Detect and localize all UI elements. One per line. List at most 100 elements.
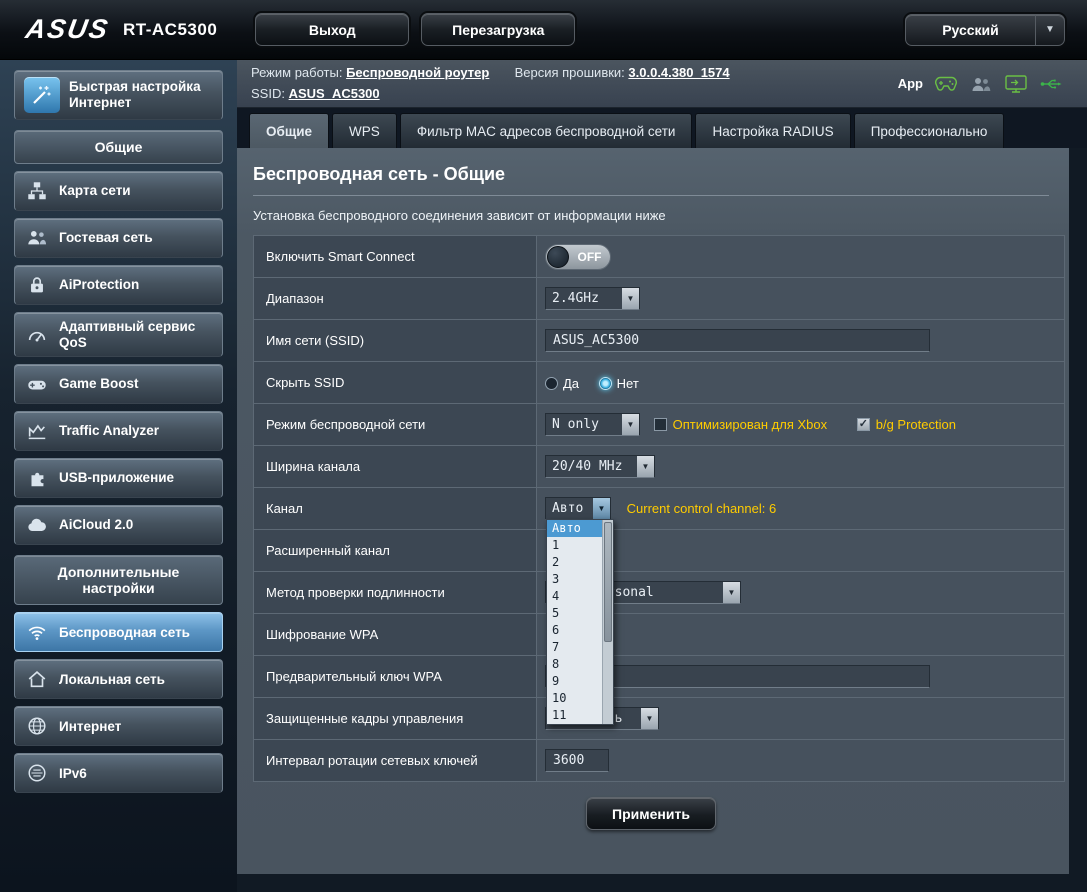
sidebar-item-usb-application[interactable]: USB-приложение: [14, 458, 223, 498]
chevron-down-icon: ▼: [592, 498, 610, 519]
sidebar-item-wireless[interactable]: Беспроводная сеть: [14, 612, 223, 652]
sidebar-item-quick-setup[interactable]: Быстрая настройка Интернет: [14, 70, 223, 120]
dropdown-option[interactable]: 10: [547, 690, 602, 707]
ssid-label: SSID:: [251, 86, 285, 101]
toggle-knob-icon: [547, 246, 569, 268]
table-row: Имя сети (SSID) ASUS_AC5300: [254, 320, 1065, 362]
dropdown-option[interactable]: 1: [547, 537, 602, 554]
dropdown-option[interactable]: 3: [547, 571, 602, 588]
tab-mac-filter[interactable]: Фильтр MAC адресов беспроводной сети: [400, 113, 693, 148]
sidebar-item-label: AiProtection: [59, 277, 139, 293]
reboot-button[interactable]: Перезагрузка: [421, 13, 575, 46]
form-label: Диапазон: [254, 278, 537, 320]
sidebar-item-network-map[interactable]: Карта сети: [14, 171, 223, 211]
sidebar-item-ipv6[interactable]: IPv6: [14, 753, 223, 793]
bg-protection-checkbox[interactable]: b/g Protection: [857, 417, 956, 432]
channel-bandwidth-select[interactable]: 20/40 MHz ▼: [545, 455, 655, 478]
app-label: App: [898, 76, 923, 91]
channel-select[interactable]: Авто ▼: [545, 497, 611, 520]
dropdown-option[interactable]: 5: [547, 605, 602, 622]
sidebar-item-label: AiCloud 2.0: [59, 517, 133, 533]
ipv6-icon: [24, 760, 50, 786]
sidebar-item-guest-network[interactable]: Гостевая сеть: [14, 218, 223, 258]
hide-ssid-radio-yes[interactable]: Да: [545, 376, 579, 391]
top-bar: ASUS RT-AC5300 Выход Перезагрузка Русски…: [0, 0, 1087, 60]
band-select[interactable]: 2.4GHz ▼: [545, 287, 640, 310]
chart-icon: [24, 418, 50, 444]
checkbox-icon: [857, 418, 870, 431]
form-label: Шифрование WPA: [254, 614, 537, 656]
language-select[interactable]: Русский ▼: [905, 14, 1065, 46]
screen-share-icon[interactable]: [1004, 74, 1028, 94]
dropdown-option[interactable]: 2: [547, 554, 602, 571]
sidebar-item-aicloud[interactable]: AiCloud 2.0: [14, 505, 223, 545]
tab-professional[interactable]: Профессионально: [854, 113, 1005, 148]
dropdown-scrollbar[interactable]: [602, 520, 613, 724]
firmware-value-link[interactable]: 3.0.0.4.380_1574: [628, 65, 729, 80]
logout-button[interactable]: Выход: [255, 13, 409, 46]
game-controller-icon[interactable]: [934, 74, 958, 94]
dropdown-option[interactable]: 7: [547, 639, 602, 656]
smart-connect-toggle[interactable]: OFF: [545, 244, 611, 270]
sidebar-item-label: Гостевая сеть: [59, 230, 153, 246]
current-channel-note: Current control channel: 6: [627, 501, 777, 516]
sidebar-section-general: Общие: [14, 130, 223, 164]
sidebar-item-aiprotection[interactable]: AiProtection: [14, 265, 223, 305]
form-label: Режим беспроводной сети: [254, 404, 537, 446]
dropdown-option[interactable]: 11: [547, 707, 602, 724]
channel-bandwidth-value: 20/40 MHz: [546, 456, 636, 477]
puzzle-icon: [24, 465, 50, 491]
sidebar-section-advanced: Дополнительные настройки: [14, 555, 223, 605]
sidebar-item-internet[interactable]: Интернет: [14, 706, 223, 746]
form-label: Предварительный ключ WPA: [254, 656, 537, 698]
dropdown-option[interactable]: 4: [547, 588, 602, 605]
toggle-state-label: OFF: [569, 250, 610, 264]
sidebar-item-lan[interactable]: Локальная сеть: [14, 659, 223, 699]
wireless-mode-select[interactable]: N only ▼: [545, 413, 640, 436]
gauge-icon: [24, 322, 50, 348]
network-map-icon: [24, 178, 50, 204]
table-row: Ширина канала 20/40 MHz ▼: [254, 446, 1065, 488]
page-title: Беспроводная сеть - Общие: [253, 164, 1049, 185]
chevron-down-icon: ▼: [621, 288, 639, 309]
system-info: Режим работы: Беспроводной роутер Версия…: [251, 63, 730, 103]
gamepad-icon: [24, 371, 50, 397]
channel-dropdown-list: Авто 1 2 3 4 5 6 7 8 9 10 11: [546, 519, 614, 725]
panel-wrap: Беспроводная сеть - Общие Установка бесп…: [237, 148, 1087, 892]
scrollbar-thumb[interactable]: [604, 522, 612, 642]
wireless-settings-form: Включить Smart Connect OFF Диапазон: [253, 235, 1065, 782]
dropdown-option[interactable]: 6: [547, 622, 602, 639]
chevron-down-icon: ▼: [1035, 15, 1064, 45]
xbox-optimized-checkbox[interactable]: Оптимизирован для Xbox: [654, 417, 827, 432]
ssid-input[interactable]: ASUS_AC5300: [545, 329, 930, 352]
cloud-icon: [24, 512, 50, 538]
sidebar-item-label: Traffic Analyzer: [59, 423, 159, 439]
table-row: Включить Smart Connect OFF: [254, 236, 1065, 278]
table-row: Диапазон 2.4GHz ▼: [254, 278, 1065, 320]
sidebar-item-traffic-analyzer[interactable]: Traffic Analyzer: [14, 411, 223, 451]
sidebar-item-label: Game Boost: [59, 376, 139, 392]
hide-ssid-radio-no[interactable]: Нет: [599, 376, 639, 391]
dropdown-option[interactable]: 8: [547, 656, 602, 673]
form-label: Расширенный канал: [254, 530, 537, 572]
form-label: Включить Smart Connect: [254, 236, 537, 278]
sidebar-item-label: USB-приложение: [59, 470, 174, 486]
table-row: Метод проверки подлинности WPA2-Personal…: [254, 572, 1065, 614]
tab-general[interactable]: Общие: [249, 113, 329, 148]
sidebar-item-adaptive-qos[interactable]: Адаптивный сервис QoS: [14, 312, 223, 357]
info-line-1: Режим работы: Беспроводной роутер Версия…: [251, 63, 730, 83]
apply-button[interactable]: Применить: [586, 797, 716, 830]
tab-radius[interactable]: Настройка RADIUS: [695, 113, 850, 148]
ssid-value-link[interactable]: ASUS_AC5300: [289, 86, 380, 101]
dropdown-option[interactable]: 9: [547, 673, 602, 690]
tab-wps[interactable]: WPS: [332, 113, 397, 148]
mode-value-link[interactable]: Беспроводной роутер: [346, 65, 489, 80]
sidebar-item-game-boost[interactable]: Game Boost: [14, 364, 223, 404]
dropdown-option[interactable]: Авто: [547, 520, 602, 537]
app-icons-zone: App: [898, 74, 1073, 94]
chevron-down-icon: ▼: [640, 708, 658, 729]
lock-icon: [24, 272, 50, 298]
usb-icon[interactable]: [1039, 74, 1063, 94]
rekey-interval-input[interactable]: 3600: [545, 749, 609, 772]
users-icon[interactable]: [969, 74, 993, 94]
